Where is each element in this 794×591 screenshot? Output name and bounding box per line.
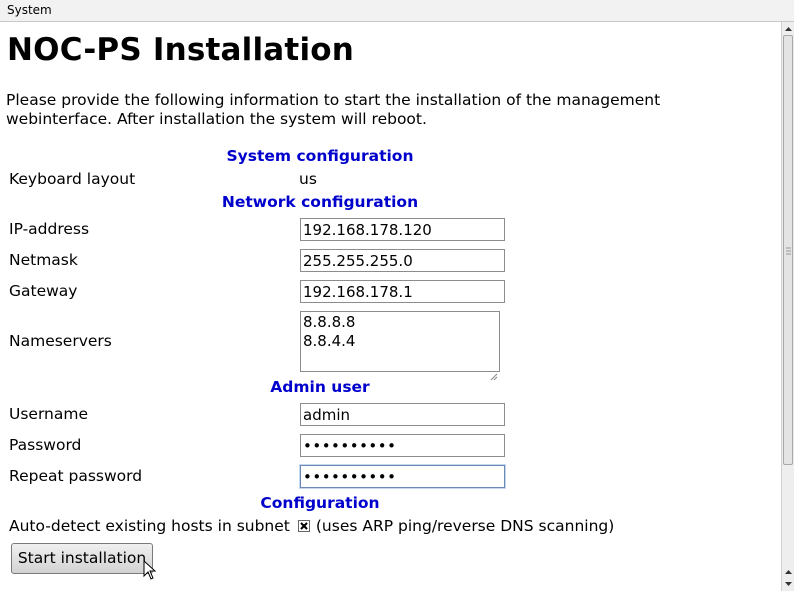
repeat-password-label: Repeat password: [9, 467, 143, 485]
vertical-scrollbar[interactable]: [781, 22, 794, 591]
autodetect-row: Auto-detect existing hosts in subnet (use…: [9, 517, 614, 535]
ip-address-input[interactable]: [300, 218, 505, 241]
netmask-input[interactable]: [300, 249, 505, 272]
gateway-label: Gateway: [9, 282, 78, 300]
scrollbar-thumb[interactable]: [783, 35, 793, 465]
gateway-input[interactable]: [300, 280, 505, 303]
menubar: System: [0, 0, 794, 22]
scroll-up-arrow-icon[interactable]: [782, 23, 794, 35]
page-title: NOC-PS Installation: [7, 32, 355, 68]
ip-address-label: IP-address: [9, 220, 90, 238]
username-input[interactable]: [300, 403, 505, 426]
autodetect-checkbox[interactable]: [297, 520, 310, 532]
section-heading-configuration: Configuration: [260, 494, 380, 512]
keyboard-layout-value: us: [299, 170, 317, 188]
username-label: Username: [9, 405, 89, 423]
section-heading-network: Network configuration: [221, 193, 419, 211]
autodetect-label: Auto-detect existing hosts in subnet: [9, 517, 290, 535]
nameservers-textarea[interactable]: 8.8.8.8 8.8.4.4: [300, 311, 500, 372]
password-input[interactable]: [300, 434, 505, 457]
system-menu[interactable]: System: [7, 3, 52, 17]
intro-text: Please provide the following information…: [6, 91, 661, 128]
password-label: Password: [9, 436, 82, 454]
scroll-down-arrow-icon[interactable]: [782, 578, 794, 590]
page-content: NOC-PS Installation Please provide the f…: [0, 22, 781, 591]
start-installation-button[interactable]: Start installation: [11, 543, 153, 574]
nameservers-label: Nameservers: [9, 332, 112, 350]
section-heading-admin: Admin user: [270, 378, 370, 396]
netmask-label: Netmask: [9, 251, 78, 269]
x-mark-icon: [300, 522, 308, 530]
keyboard-layout-label: Keyboard layout: [9, 170, 136, 188]
scroll-up-arrow-icon-lower[interactable]: [782, 566, 794, 578]
grip-lines-icon: [786, 247, 791, 255]
section-heading-system: System configuration: [226, 147, 414, 165]
mouse-pointer-icon: [143, 560, 157, 580]
repeat-password-input[interactable]: [300, 465, 505, 488]
autodetect-note: (uses ARP ping/reverse DNS scanning): [315, 517, 615, 535]
